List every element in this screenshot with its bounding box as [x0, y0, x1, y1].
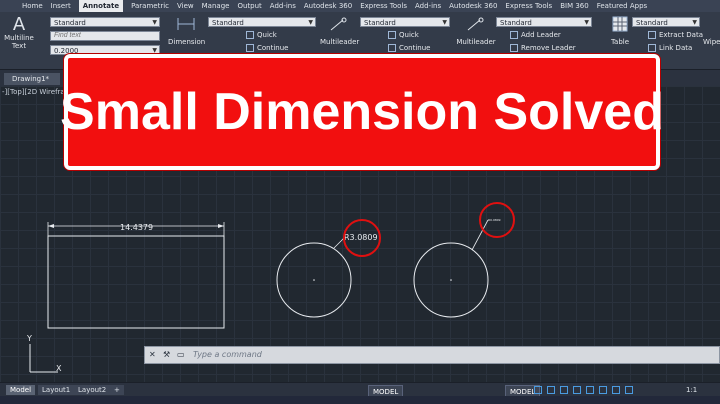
command-history-icon[interactable]: ▭: [177, 350, 185, 359]
command-line[interactable]: ✕ ⚒ ▭ Type a command: [144, 346, 720, 364]
status-toggles: [534, 386, 638, 394]
circle-1-center: [313, 279, 315, 281]
radius-dimension-text: R3.0809: [344, 233, 378, 242]
circle-2-center: [450, 279, 452, 281]
otrack-icon[interactable]: [599, 386, 607, 394]
ucs-icon: [29, 344, 58, 373]
title-banner: Small Dimension Solved: [60, 54, 664, 170]
taskbar-strip: [0, 396, 720, 404]
ucs-x-label: X: [56, 364, 62, 373]
snap-icon[interactable]: [547, 386, 555, 394]
layout-tab-layout2[interactable]: Layout2: [74, 385, 111, 395]
annotation-scale[interactable]: 1:1: [686, 386, 697, 394]
lineweight-icon[interactable]: [612, 386, 620, 394]
linear-dimension-text: 14.4379: [120, 223, 153, 232]
annotation-icon[interactable]: [625, 386, 633, 394]
radius-leader-1: [333, 237, 345, 249]
add-layout-button[interactable]: +: [110, 385, 124, 395]
ortho-icon[interactable]: [560, 386, 568, 394]
ucs-y-label: Y: [26, 334, 32, 343]
command-input[interactable]: Type a command: [193, 350, 262, 359]
osnap-icon[interactable]: [586, 386, 594, 394]
close-icon[interactable]: ✕: [149, 350, 156, 359]
layout-tab-layout1[interactable]: Layout1: [38, 385, 75, 395]
grid-icon[interactable]: [534, 386, 542, 394]
banner-text: Small Dimension Solved: [60, 83, 664, 141]
small-radius-dimension-text: R0.0809: [488, 218, 501, 222]
polar-icon[interactable]: [573, 386, 581, 394]
wrench-icon[interactable]: ⚒: [163, 350, 170, 359]
rectangle-shape[interactable]: [47, 235, 225, 329]
layout-tab-model[interactable]: Model: [6, 385, 36, 395]
